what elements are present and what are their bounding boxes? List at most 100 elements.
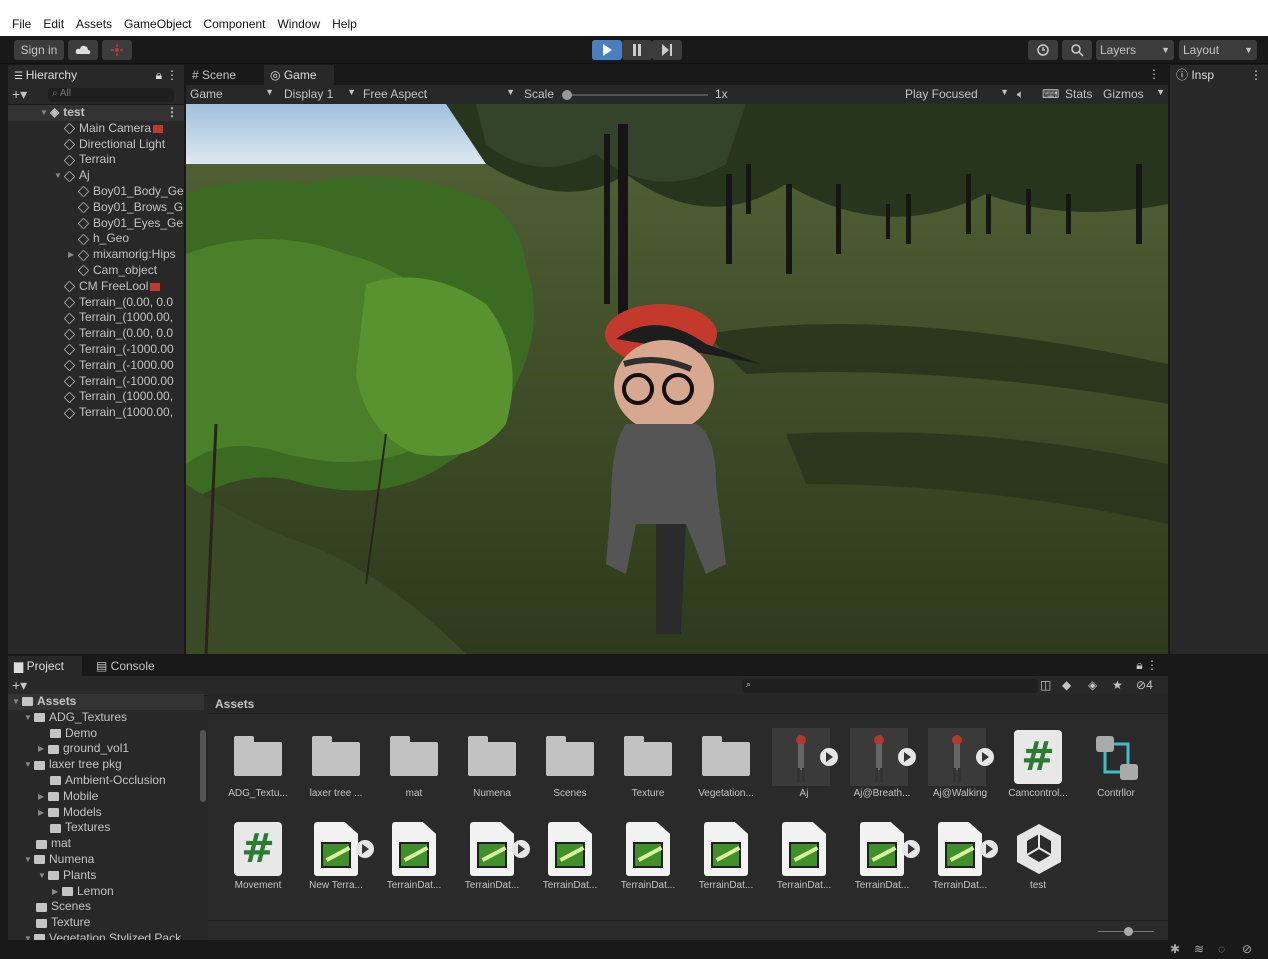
- list-item[interactable]: ▼ ADG_Textures: [8, 710, 204, 726]
- star-icon[interactable]: ★: [1112, 678, 1123, 692]
- list-item[interactable]: Textures: [8, 820, 204, 836]
- pause-button[interactable]: [622, 40, 652, 60]
- tab-game[interactable]: ◎ Game: [264, 65, 334, 85]
- menu-gameobject[interactable]: GameObject: [118, 17, 197, 31]
- asset-item[interactable]: TerrainDat...: [456, 818, 530, 894]
- list-item[interactable]: Terrain_(1000.00,: [8, 405, 184, 421]
- asset-item[interactable]: Texture: [612, 726, 684, 802]
- filter-icon[interactable]: ◫: [1040, 678, 1051, 692]
- history-icon[interactable]: [1028, 40, 1058, 60]
- game-view[interactable]: [186, 104, 1168, 654]
- collab-icon[interactable]: [102, 40, 132, 60]
- tab-console[interactable]: ▤ Console: [90, 656, 164, 676]
- play-focused-dropdown[interactable]: Play Focused ▼: [905, 87, 1009, 101]
- aspect-dropdown[interactable]: Free Aspect ▼: [363, 87, 515, 101]
- list-item[interactable]: ▶ Models: [8, 805, 204, 821]
- menu-file[interactable]: File: [6, 17, 37, 31]
- stats-button[interactable]: Stats: [1065, 87, 1092, 101]
- asset-item[interactable]: New Terra...: [300, 818, 374, 894]
- menu-edit[interactable]: Edit: [37, 17, 70, 31]
- menu-assets[interactable]: Assets: [70, 17, 118, 31]
- asset-item[interactable]: # Movement: [222, 818, 294, 894]
- tab-hierarchy[interactable]: ☰ Hierarchy 🔒︎ ⋮: [8, 65, 184, 85]
- list-item[interactable]: Directional Light: [8, 137, 184, 153]
- list-item[interactable]: Terrain_(0.00, 0.0: [8, 295, 184, 311]
- progress-icon[interactable]: ◌: [1218, 942, 1225, 956]
- asset-item[interactable]: Scenes: [534, 726, 606, 802]
- type-filter-icon[interactable]: ◆: [1062, 678, 1071, 692]
- asset-item[interactable]: Numena: [456, 726, 528, 802]
- menu-help[interactable]: Help: [326, 17, 363, 31]
- menu-component[interactable]: Component: [197, 17, 271, 31]
- slider-thumb[interactable]: [1124, 927, 1133, 936]
- list-item[interactable]: ▶ Mobile: [8, 789, 204, 805]
- list-item[interactable]: Ambient-Occlusion: [8, 773, 204, 789]
- icon-size-slider[interactable]: [1098, 927, 1154, 936]
- asset-item[interactable]: TerrainDat...: [534, 818, 606, 894]
- asset-item[interactable]: ADG_Textu...: [222, 726, 294, 802]
- list-item[interactable]: Boy01_Body_Ge: [8, 184, 184, 200]
- asset-item[interactable]: TerrainDat...: [612, 818, 684, 894]
- layers-dropdown[interactable]: Layers ▼: [1096, 40, 1174, 60]
- asset-item[interactable]: mat: [378, 726, 450, 802]
- list-item[interactable]: Boy01_Eyes_Ge: [8, 216, 184, 232]
- check-icon[interactable]: ⊘: [1242, 942, 1252, 956]
- gizmos-dropdown[interactable]: Gizmos ▼: [1103, 87, 1165, 101]
- sign-in-button[interactable]: Sign in: [14, 40, 64, 60]
- play-button[interactable]: [592, 40, 622, 60]
- kebab-menu-icon[interactable]: ⋮: [166, 105, 178, 121]
- asset-item[interactable]: # Camcontrol...: [1002, 726, 1074, 802]
- list-item[interactable]: Terrain_(-1000.00: [8, 358, 184, 374]
- tree-scrollbar[interactable]: [200, 730, 206, 802]
- cloud-icon[interactable]: [68, 40, 98, 60]
- asset-item[interactable]: Aj: [768, 726, 840, 802]
- list-item[interactable]: ▼ laxer tree pkg: [8, 757, 204, 773]
- list-item[interactable]: Terrain_(1000.00,: [8, 389, 184, 405]
- add-icon[interactable]: +▾: [12, 86, 27, 103]
- hierarchy-search-input[interactable]: ⌕ All: [48, 88, 174, 102]
- scale-slider[interactable]: [562, 90, 708, 100]
- tab-inspector[interactable]: ⓘ Insp ⋮: [1170, 65, 1268, 85]
- lock-icon[interactable]: 🔒︎: [156, 65, 162, 85]
- lock-icon[interactable]: 🔒︎ ⋮: [1136, 658, 1158, 673]
- asset-item[interactable]: Contrllor: [1080, 726, 1152, 802]
- expand-arrow-icon[interactable]: ▼: [54, 168, 64, 184]
- add-icon[interactable]: +▾: [12, 677, 27, 694]
- project-search-input[interactable]: ⌕: [742, 679, 1038, 693]
- asset-item[interactable]: Vegetation...: [690, 726, 762, 802]
- list-item[interactable]: Boy01_Brows_G: [8, 200, 184, 216]
- list-item[interactable]: ▼ Aj: [8, 168, 184, 184]
- list-item[interactable]: mat: [8, 836, 204, 852]
- kebab-menu-icon[interactable]: ⋮: [1148, 67, 1160, 81]
- tab-project[interactable]: ▆ Project: [8, 656, 82, 676]
- list-item[interactable]: ▼ Numena: [8, 852, 204, 868]
- list-item[interactable]: Texture: [8, 915, 204, 931]
- list-item[interactable]: ▼ Assets: [8, 694, 204, 710]
- list-item[interactable]: CM FreeLool: [8, 279, 184, 295]
- list-item[interactable]: h_Geo: [8, 231, 184, 247]
- cache-icon[interactable]: ≋: [1194, 942, 1204, 956]
- keyboard-icon[interactable]: ⌨: [1042, 87, 1059, 101]
- list-item[interactable]: Terrain_(1000.00,: [8, 310, 184, 326]
- kebab-menu-icon[interactable]: ⋮: [1250, 65, 1262, 85]
- asset-item[interactable]: TerrainDat...: [378, 818, 450, 894]
- tab-scene[interactable]: # Scene: [186, 65, 258, 85]
- layout-dropdown[interactable]: Layout ▼: [1179, 40, 1257, 60]
- list-item[interactable]: Cam_object: [8, 263, 184, 279]
- asset-item[interactable]: test: [1002, 818, 1074, 894]
- list-item[interactable]: ▶ Lemon: [8, 884, 204, 900]
- asset-item[interactable]: TerrainDat...: [768, 818, 840, 894]
- scene-row[interactable]: ▼ ◈ test ⋮: [8, 105, 184, 121]
- asset-item[interactable]: TerrainDat...: [846, 818, 920, 894]
- list-item[interactable]: ▼ Vegetation Stylized Pack: [8, 931, 204, 940]
- search-icon[interactable]: [1062, 40, 1092, 60]
- asset-item[interactable]: TerrainDat...: [924, 818, 998, 894]
- step-button[interactable]: [652, 40, 682, 60]
- list-item[interactable]: Terrain_(-1000.00: [8, 374, 184, 390]
- list-item[interactable]: ▶ mixamorig:Hips: [8, 247, 184, 263]
- list-item[interactable]: Main Camera: [8, 121, 184, 137]
- bug-icon[interactable]: ✱: [1170, 942, 1180, 956]
- expand-arrow-icon[interactable]: ▶: [68, 247, 78, 263]
- game-dropdown[interactable]: Game ▼: [190, 87, 274, 101]
- menu-window[interactable]: Window: [271, 17, 326, 31]
